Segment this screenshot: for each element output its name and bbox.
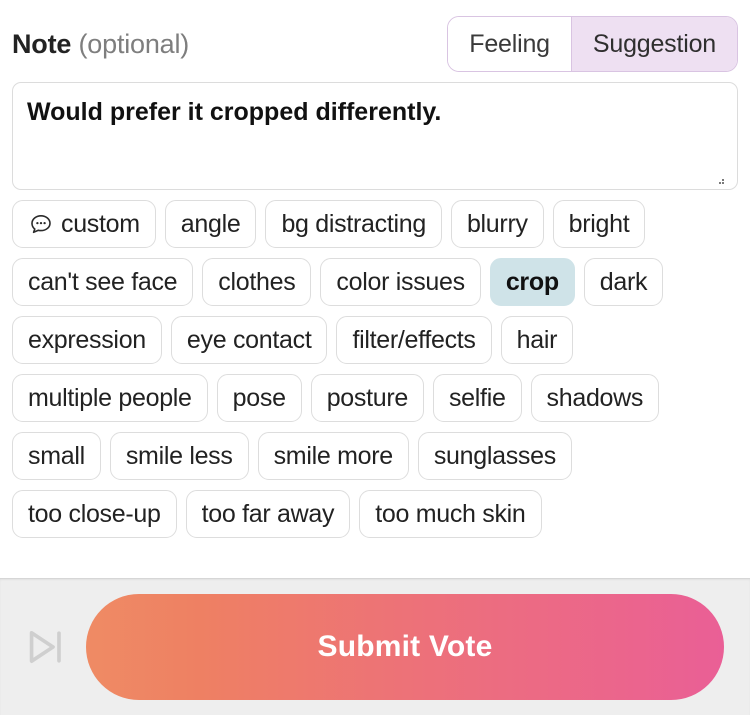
tag-label: blurry	[466, 209, 528, 238]
tag-label: too much skin	[375, 499, 526, 528]
tag-label: color issues	[336, 267, 465, 296]
tag-label: clothes	[218, 267, 296, 296]
tag-label: smile more	[273, 441, 394, 470]
tag-label: crop	[505, 267, 559, 296]
tag-selfie[interactable]: selfie	[432, 374, 522, 422]
submit-vote-button[interactable]: Submit Vote	[86, 593, 724, 700]
tag-crop[interactable]: crop	[489, 258, 575, 306]
note-label: Note (optional)	[12, 29, 189, 60]
note-label-strong: Note	[12, 28, 72, 59]
tag-label: custom	[61, 209, 140, 238]
tag-angle[interactable]: angle	[164, 200, 257, 248]
note-textarea[interactable]	[12, 82, 738, 190]
feedback-panel: Note (optional) Feeling Suggestion custo…	[0, 0, 750, 715]
tag-posture[interactable]: posture	[310, 374, 424, 422]
tag-too-far-away[interactable]: too far away	[185, 490, 351, 538]
tag-color-issues[interactable]: color issues	[320, 258, 481, 306]
tag-label: expression	[28, 325, 146, 354]
tag-shadows[interactable]: shadows	[530, 374, 660, 422]
toggle-option-feeling[interactable]: Feeling	[448, 17, 571, 71]
tag-clothes[interactable]: clothes	[202, 258, 312, 306]
chat-bubble-icon	[28, 211, 54, 237]
tag-filter-effects[interactable]: filter/effects	[336, 316, 492, 364]
tag-label: posture	[326, 383, 409, 412]
tag-too-close-up[interactable]: too close-up	[12, 490, 177, 538]
tag-label: pose	[232, 383, 286, 412]
tag-label: small	[28, 441, 85, 470]
note-input-wrap	[0, 74, 750, 190]
tag-label: bg distracting	[281, 209, 426, 238]
tag-label: bright	[568, 209, 630, 238]
tag-label: too close-up	[28, 499, 161, 528]
skip-next-icon[interactable]	[18, 620, 72, 674]
tag-label: too far away	[201, 499, 335, 528]
note-type-toggle[interactable]: Feeling Suggestion	[447, 16, 738, 72]
tag-pose[interactable]: pose	[216, 374, 302, 422]
tag-bright[interactable]: bright	[552, 200, 646, 248]
tag-multiple-people[interactable]: multiple people	[12, 374, 208, 422]
tag-hair[interactable]: hair	[500, 316, 574, 364]
tag-can-t-see-face[interactable]: can't see face	[12, 258, 194, 306]
tag-label: sunglasses	[433, 441, 556, 470]
tag-bg-distracting[interactable]: bg distracting	[265, 200, 442, 248]
tag-label: can't see face	[28, 267, 178, 296]
tag-expression[interactable]: expression	[12, 316, 162, 364]
tag-label: angle	[180, 209, 241, 238]
tag-label: hair	[516, 325, 558, 354]
tag-label: selfie	[448, 383, 506, 412]
tag-eye-contact[interactable]: eye contact	[170, 316, 328, 364]
tag-small[interactable]: small	[12, 432, 101, 480]
tag-blurry[interactable]: blurry	[450, 200, 544, 248]
note-label-optional: (optional)	[78, 28, 190, 59]
tag-label: smile less	[125, 441, 233, 470]
tag-custom[interactable]: custom	[12, 200, 156, 248]
tag-sunglasses[interactable]: sunglasses	[417, 432, 572, 480]
tag-label: shadows	[546, 383, 644, 412]
tag-dark[interactable]: dark	[583, 258, 664, 306]
tag-label: multiple people	[28, 383, 192, 412]
tag-label: dark	[599, 267, 648, 296]
tag-label: eye contact	[186, 325, 312, 354]
tag-too-much-skin[interactable]: too much skin	[359, 490, 542, 538]
toggle-option-suggestion[interactable]: Suggestion	[570, 17, 737, 71]
note-header: Note (optional) Feeling Suggestion	[0, 0, 750, 74]
tag-list: custom angle bg distracting blurry bright can…	[0, 190, 750, 538]
tag-label: filter/effects	[352, 325, 476, 354]
action-bar: Submit Vote	[0, 578, 750, 715]
tag-smile-less[interactable]: smile less	[109, 432, 249, 480]
tag-smile-more[interactable]: smile more	[257, 432, 409, 480]
